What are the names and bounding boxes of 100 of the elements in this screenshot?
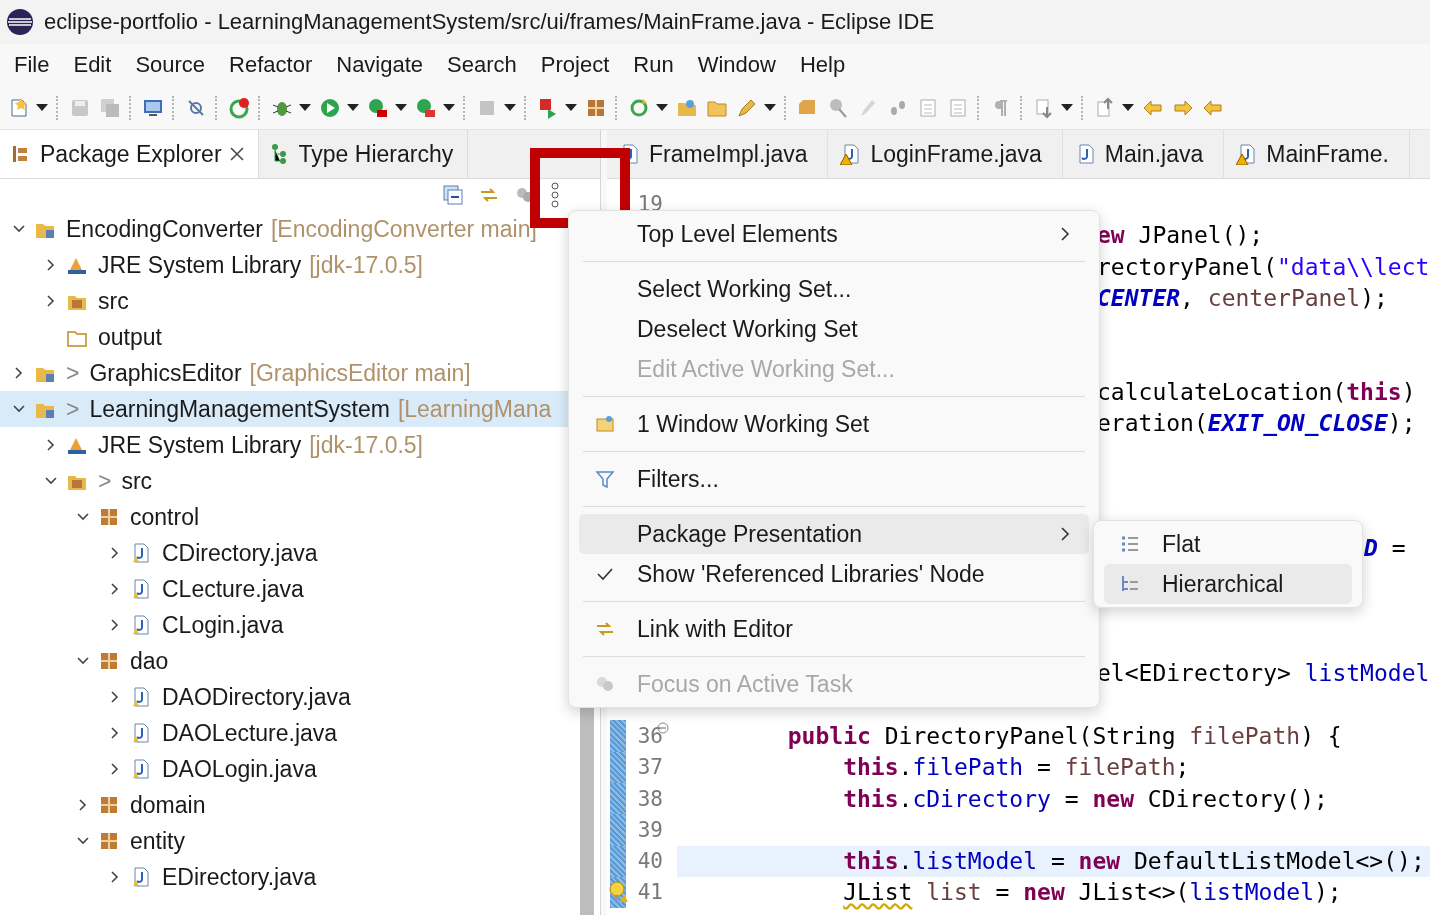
close-icon[interactable]: [229, 147, 244, 161]
line-number: 38: [637, 786, 663, 811]
branch-label: [LearningMana: [397, 395, 552, 423]
menu-item[interactable]: File: [4, 52, 64, 78]
lightbulb-icon[interactable]: [608, 881, 628, 904]
menu-item[interactable]: Source: [125, 52, 220, 78]
tree-label: src: [98, 287, 129, 315]
save-all-icon: [99, 96, 121, 119]
menu-item[interactable]: Project: [530, 52, 624, 78]
tree-label: CLogin.java: [162, 611, 284, 639]
run-config-icon: [415, 96, 437, 119]
java-file-icon: [130, 614, 152, 636]
package-icon: [98, 650, 120, 672]
code-line: rectoryPanel("data\\lect: [1097, 253, 1430, 280]
toolbar-button[interactable]: [319, 96, 359, 119]
caret-icon[interactable]: [395, 103, 407, 112]
menu-item[interactable]: Run: [623, 52, 688, 78]
tree-label: domain: [130, 791, 206, 819]
toolbar-button[interactable]: [8, 96, 48, 119]
tree-item[interactable]: DAOLecture.java: [0, 715, 600, 751]
menu-item[interactable]: Edit: [63, 52, 126, 78]
line-number: 41: [637, 880, 663, 905]
caret-icon[interactable]: [565, 103, 577, 112]
line-number: 37: [637, 755, 663, 780]
filter-icon: [594, 468, 616, 490]
tree-label: DAOLecture.java: [162, 719, 338, 747]
document-icon: [917, 96, 939, 119]
tree-label: EDirectory.java: [162, 863, 317, 891]
tree-label: JRE System Library: [98, 251, 302, 279]
line-number: 36: [637, 724, 663, 748]
eclipse-logo-icon: [6, 8, 34, 36]
code-line: D =: [1364, 535, 1406, 562]
code-line: this.listModel = new DefaultListModel<>();: [843, 848, 1425, 875]
branch-label: [GraphicsEditor main]: [249, 359, 471, 387]
menu-item[interactable]: Hierarchical: [1104, 564, 1352, 604]
tree-item[interactable]: DAOLogin.java: [0, 751, 600, 787]
line-number: 39: [637, 817, 663, 842]
caret-icon[interactable]: [36, 103, 48, 112]
editor-tab[interactable]: Main.java: [1062, 130, 1225, 178]
line-number: 40: [637, 849, 663, 874]
tree-item[interactable]: domain: [0, 787, 600, 823]
code-line: eration(EXIT_ON_CLOSE);: [1097, 410, 1416, 436]
caret-icon[interactable]: [1122, 103, 1134, 112]
menu-item[interactable]: Help: [789, 52, 860, 78]
run-icon: [319, 96, 341, 119]
menu-item[interactable]: Window: [687, 52, 790, 78]
view-menu-icon[interactable]: [550, 182, 560, 208]
tree-item[interactable]: entity: [0, 823, 600, 859]
arrow-down-icon: [1033, 96, 1055, 119]
toolbar-button[interactable]: [415, 96, 455, 119]
menu-item[interactable]: Navigate: [326, 52, 438, 78]
editor-tab[interactable]: FrameImpl.java: [607, 130, 829, 178]
toolbar-button[interactable]: [367, 96, 407, 119]
editor-tab[interactable]: MainFrame.: [1224, 130, 1410, 178]
package-icon: [98, 794, 120, 816]
tree-label: entity: [130, 827, 185, 855]
package-icon: [98, 830, 120, 852]
java-file-icon: [130, 686, 152, 708]
caret-icon[interactable]: [764, 103, 776, 112]
caret-icon[interactable]: [443, 103, 455, 112]
tree-label: DAODirectory.java: [162, 683, 351, 711]
code-line: CENTER, centerPanel);: [1097, 284, 1388, 311]
working-set-icon: [594, 413, 616, 435]
change-marker: >: [66, 359, 80, 387]
tree-label: src: [121, 467, 153, 495]
tree-label: JRE System Library: [98, 431, 302, 459]
java-file-icon: [130, 866, 152, 888]
branch-label: [jdk-17.0.5]: [309, 431, 423, 459]
menu-item[interactable]: Refactor: [219, 52, 327, 78]
caret-icon[interactable]: [347, 103, 359, 112]
code-line: el<EDirectory> listModel: [1097, 660, 1430, 687]
tree-item[interactable]: EDirectory.java: [0, 859, 600, 895]
package-icon: [98, 506, 120, 528]
caret-icon[interactable]: [504, 103, 516, 112]
change-marker: >: [66, 395, 80, 423]
menu-item[interactable]: Search: [437, 52, 531, 78]
code-line: public DirectoryPanel(String filePath) {: [787, 723, 1342, 749]
toolbar-button[interactable]: [1094, 96, 1134, 119]
collapse-all-icon: [442, 184, 464, 206]
code-line: this.filePath = filePath;: [843, 754, 1190, 781]
java-file-icon: [130, 758, 152, 780]
tree-label: CDirectory.java: [162, 539, 318, 567]
toolbar-button[interactable]: [1033, 96, 1073, 119]
menu-item[interactable]: Flat: [1104, 524, 1352, 564]
menu-item[interactable]: Package Presentation: [579, 514, 1089, 554]
tree-label: EncodingConverter: [66, 215, 263, 243]
caret-icon[interactable]: [1061, 103, 1073, 112]
document-icon: [947, 96, 969, 119]
java-file-icon: [130, 542, 152, 564]
caret-icon[interactable]: [656, 103, 668, 112]
toolbar-button[interactable]: [537, 96, 577, 119]
toolbar-button[interactable]: [628, 96, 668, 119]
java-file-icon: [130, 578, 152, 600]
branch-label: [jdk-17.0.5]: [309, 251, 423, 279]
editor-tab[interactable]: LoginFrame.java: [828, 130, 1063, 178]
tree-label: CLecture.java: [162, 575, 304, 603]
change-marker: >: [98, 467, 112, 495]
caret-icon[interactable]: [299, 103, 311, 112]
java-file-icon: [130, 722, 152, 744]
view-tab[interactable]: Package Explorer: [0, 130, 259, 178]
